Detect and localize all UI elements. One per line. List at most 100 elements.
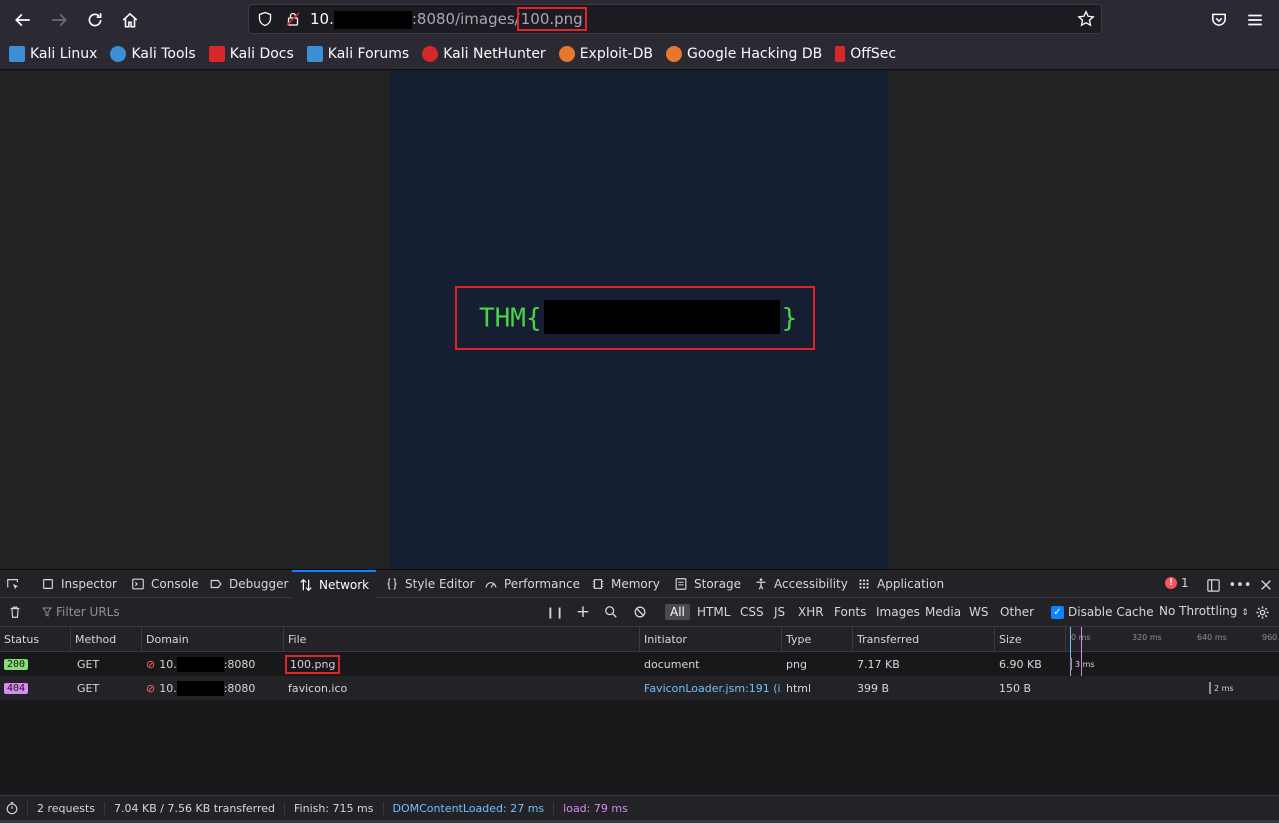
- search-button[interactable]: [603, 604, 619, 620]
- throttling-select[interactable]: No Throttling ⇕: [1159, 604, 1249, 618]
- column-type[interactable]: Type: [782, 627, 853, 651]
- redacted-flag: [543, 300, 780, 334]
- bookmark-google-hacking-db[interactable]: Google Hacking DB: [665, 46, 822, 62]
- bookmark-star-icon[interactable]: [1077, 10, 1095, 28]
- table-header: Status Method Domain File Initiator Type…: [0, 627, 1279, 652]
- waterfall-tick: 640 ms: [1197, 633, 1227, 642]
- storage-icon: [675, 578, 687, 590]
- bookmark-kali-linux[interactable]: Kali Linux: [9, 46, 97, 62]
- url-bar[interactable]: 10.:8080/images/100.png: [248, 4, 1102, 34]
- devtools-options-button[interactable]: •••: [1229, 577, 1252, 593]
- bookmarks-toolbar: Kali Linux Kali Tools Kali Docs Kali For…: [0, 39, 1279, 70]
- filter-type-html[interactable]: HTML: [692, 604, 735, 620]
- method-cell: GET: [77, 681, 100, 695]
- type-cell: html: [786, 681, 812, 695]
- domain-cell: ⊘ 10.:8080: [146, 656, 256, 672]
- add-request-button[interactable]: +: [575, 602, 591, 622]
- tab-performance[interactable]: Performance: [484, 570, 580, 598]
- dock-button[interactable]: [1205, 577, 1221, 593]
- filter-urls-input[interactable]: [38, 602, 538, 622]
- table-row[interactable]: 404 GET ⊘ 10.:8080 favicon.ico FaviconLoa…: [0, 676, 1279, 700]
- filter-type-xhr[interactable]: XHR: [793, 604, 829, 620]
- insecure-connection-icon: ⊘: [146, 681, 156, 695]
- tab-accessibility[interactable]: Accessibility: [754, 570, 848, 598]
- filter-type-css[interactable]: CSS: [735, 604, 769, 620]
- filter-type-ws[interactable]: WS: [964, 604, 993, 620]
- home-button[interactable]: [116, 6, 144, 34]
- filter-type-js[interactable]: JS: [769, 604, 790, 620]
- column-domain[interactable]: Domain: [142, 627, 284, 651]
- network-icon: [300, 578, 312, 592]
- bookmark-kali-tools[interactable]: Kali Tools: [110, 46, 196, 62]
- waterfall-tick: 320 ms: [1132, 633, 1162, 642]
- column-size[interactable]: Size: [995, 627, 1066, 651]
- tab-application[interactable]: Application: [857, 570, 944, 598]
- tab-network[interactable]: Network: [292, 570, 376, 598]
- column-waterfall[interactable]: 0 ms 320 ms 640 ms 960: [1066, 627, 1279, 651]
- nethunter-icon: [422, 46, 439, 62]
- filter-type-fonts[interactable]: Fonts: [829, 604, 871, 620]
- filter-type-other[interactable]: Other: [995, 604, 1039, 620]
- size-cell: 6.90 KB: [999, 657, 1042, 671]
- back-arrow-icon: [15, 13, 30, 27]
- plus-icon: +: [575, 602, 591, 622]
- back-button[interactable]: [9, 6, 37, 34]
- redacted-ip: [176, 656, 224, 672]
- transfer-summary: 7.04 KB / 7.56 KB transferred: [105, 801, 286, 815]
- inspector-icon: [43, 579, 53, 589]
- pause-button[interactable]: ❙❙: [545, 604, 565, 620]
- reload-button[interactable]: [81, 6, 109, 34]
- pause-icon: ❙❙: [545, 605, 565, 619]
- disable-cache-checkbox[interactable]: ✓ Disable Cache: [1051, 605, 1154, 619]
- clear-requests-button[interactable]: [7, 604, 23, 620]
- column-file[interactable]: File: [284, 627, 640, 651]
- insecure-lock-icon[interactable]: [285, 11, 301, 27]
- close-devtools-button[interactable]: [1258, 577, 1274, 593]
- filter-type-images[interactable]: Images: [871, 604, 925, 620]
- size-cell: 150 B: [999, 681, 1032, 695]
- tab-storage[interactable]: Storage: [674, 570, 741, 598]
- transferred-cell: 7.17 KB: [857, 657, 900, 671]
- pocket-icon: [1212, 13, 1226, 26]
- table-row[interactable]: 200 GET ⊘ 10.:8080 100.png document png 7…: [0, 652, 1279, 676]
- error-count-badge[interactable]: ! 1: [1165, 576, 1189, 590]
- waterfall-tick: 960: [1262, 633, 1278, 642]
- trash-icon: [10, 606, 20, 618]
- url-file-highlight: 100.png: [516, 7, 587, 31]
- network-settings-button[interactable]: [1254, 604, 1270, 620]
- tab-console[interactable]: Console: [131, 570, 199, 598]
- status-cell: 404: [0, 676, 71, 700]
- block-icon: [634, 606, 646, 618]
- network-status-bar: 2 requests 7.04 KB / 7.56 KB transferred…: [0, 795, 1279, 820]
- timing-bar: [1070, 658, 1072, 670]
- column-method[interactable]: Method: [71, 627, 142, 651]
- menu-button[interactable]: [1241, 6, 1269, 34]
- tab-debugger[interactable]: Debugger: [209, 570, 288, 598]
- filter-type-all[interactable]: All: [665, 604, 690, 620]
- block-requests-button[interactable]: [632, 604, 648, 620]
- shield-icon[interactable]: [257, 11, 273, 27]
- column-initiator[interactable]: Initiator: [640, 627, 782, 651]
- element-picker-button[interactable]: [6, 570, 26, 598]
- column-status[interactable]: Status: [0, 627, 71, 651]
- search-icon: [605, 606, 617, 618]
- exploit-db-icon: [558, 46, 575, 62]
- initiator-link[interactable]: FaviconLoader.jsm:191 (i...: [640, 676, 782, 700]
- bookmark-kali-docs[interactable]: Kali Docs: [208, 46, 294, 62]
- bookmark-exploit-db[interactable]: Exploit-DB: [558, 46, 653, 62]
- bookmark-kali-nethunter[interactable]: Kali NetHunter: [422, 46, 546, 62]
- bookmark-offsec[interactable]: OffSec: [835, 46, 896, 62]
- tab-style-editor[interactable]: Style Editor: [385, 570, 474, 598]
- column-transferred[interactable]: Transferred: [853, 627, 995, 651]
- filter-type-media[interactable]: Media: [920, 604, 966, 620]
- tab-inspector[interactable]: Inspector: [41, 570, 117, 598]
- performance-analysis-button[interactable]: [0, 801, 28, 815]
- style-editor-icon: [387, 578, 397, 590]
- kali-docs-icon: [208, 46, 225, 62]
- tab-memory[interactable]: Memory: [591, 570, 660, 598]
- pocket-button[interactable]: [1205, 6, 1233, 34]
- bookmark-kali-forums[interactable]: Kali Forums: [306, 46, 409, 62]
- file-cell: 100.png: [284, 652, 640, 676]
- forward-button[interactable]: [45, 6, 73, 34]
- url-text[interactable]: 10.:8080/images/100.png: [310, 7, 587, 31]
